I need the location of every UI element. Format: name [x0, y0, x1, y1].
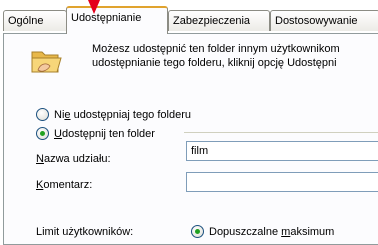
tab-customize-label: Dostosowywanie [275, 15, 358, 27]
tab-strip: Ogólne Zabezpieczenia Dostosowywanie Udo… [0, 0, 378, 36]
radio-share-folder-circle[interactable] [36, 127, 49, 140]
radio-do-not-share-circle[interactable] [36, 108, 49, 121]
tab-general-label: Ogólne [8, 15, 44, 27]
radio-do-not-share[interactable]: Nie udostępniaj tego folderu [36, 108, 191, 121]
radio-share-folder[interactable]: Udostępnij ten folder [36, 127, 155, 140]
radio-max-allowed-circle[interactable] [191, 225, 204, 238]
sharing-page: Możesz udostępnić ten folder innym użytk… [3, 33, 378, 245]
tab-sharing[interactable]: Udostępnianie [66, 6, 168, 34]
radio-max-allowed-label: Dopuszczalne maksimum [209, 225, 335, 238]
share-name-label: Nazwa udziału: [36, 153, 111, 165]
tab-security[interactable]: Zabezpieczenia [168, 10, 270, 31]
sharing-description: Możesz udostępnić ten folder innym użytk… [92, 42, 340, 70]
tab-general[interactable]: Ogólne [3, 10, 67, 31]
share-name-input[interactable]: film [186, 141, 378, 161]
description-line-1: Możesz udostępnić ten folder innym użytk… [92, 43, 340, 55]
radio-max-allowed[interactable]: Dopuszczalne maksimum [191, 225, 334, 238]
radio-share-folder-label: Udostępnij ten folder [54, 127, 155, 140]
radio-do-not-share-label: Nie udostępniaj tego folderu [54, 108, 191, 121]
user-limit-label: Limit użytkowników: [36, 226, 134, 238]
description-line-2: udostępnianie tego folderu, kliknij opcj… [92, 57, 337, 69]
folder-share-icon [30, 46, 64, 79]
group-divider [184, 132, 378, 133]
comment-input[interactable] [186, 172, 378, 192]
tab-sharing-label: Udostępnianie [71, 12, 142, 24]
comment-label: Komentarz: [36, 179, 93, 191]
red-arrow-icon [88, 0, 100, 14]
tab-customize[interactable]: Dostosowywanie [270, 10, 378, 31]
tab-security-label: Zabezpieczenia [173, 15, 251, 27]
